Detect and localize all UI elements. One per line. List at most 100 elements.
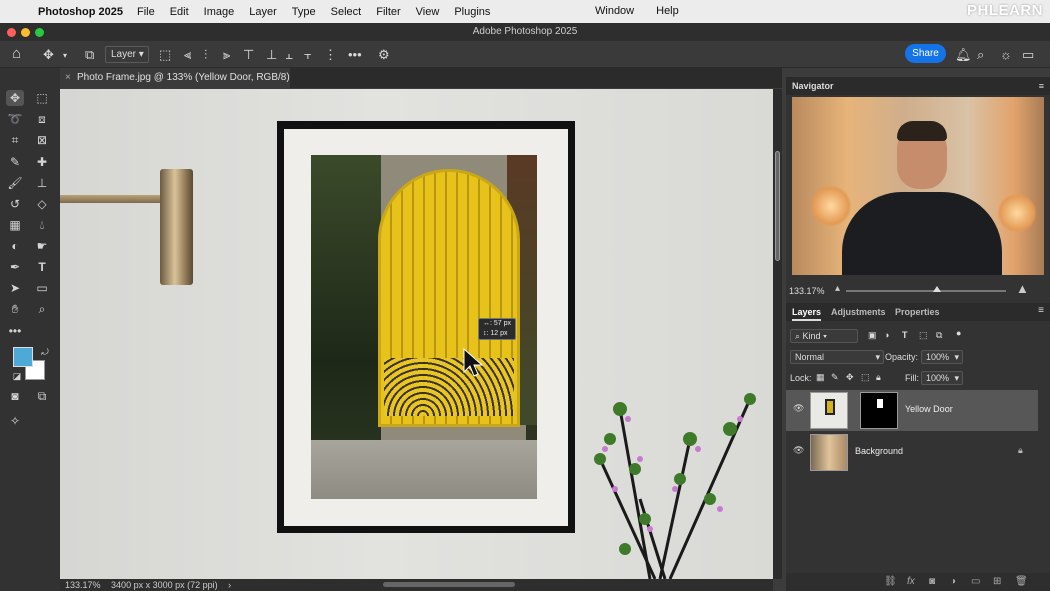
align-right-icon[interactable]: ⫸ <box>223 47 230 63</box>
layer-name[interactable]: Background <box>855 446 903 456</box>
layer-row-yellow-door[interactable]: 👁︎ Yellow Door <box>786 390 1038 431</box>
edit-toolbar-icon[interactable]: ••• <box>6 323 24 339</box>
layer-thumbnail[interactable] <box>810 434 848 471</box>
adjustment-filter-icon[interactable]: ◑ <box>884 330 889 340</box>
navigator-title[interactable]: Navigator <box>792 81 834 91</box>
align-bottom-icon[interactable]: ⫟ <box>304 47 312 63</box>
layer-kind-filter[interactable]: ⌕ Kind ▾ <box>790 329 858 343</box>
filter-toggle-icon[interactable]: ● <box>956 328 961 338</box>
link-layers-icon[interactable]: ⛓ <box>884 576 897 587</box>
panel-menu-icon[interactable]: ≡ <box>1039 77 1044 95</box>
history-brush-tool-icon[interactable]: ↺ <box>6 196 24 212</box>
transform-controls-icon[interactable]: ⬚ <box>159 47 171 63</box>
pixel-filter-icon[interactable]: ▣ <box>868 330 877 341</box>
close-tab-icon[interactable]: × <box>65 68 71 88</box>
healing-brush-tool-icon[interactable]: ✚ <box>33 154 51 170</box>
navigator-zoom-value[interactable]: 133.17% <box>789 286 825 296</box>
home-icon[interactable]: ⌂ <box>12 45 21 62</box>
layer-thumbnail[interactable] <box>810 392 848 429</box>
rectangle-tool-icon[interactable]: ▭ <box>33 280 51 296</box>
menu-layer[interactable]: Layer <box>249 6 277 18</box>
horizontal-scroll-thumb[interactable] <box>383 582 515 587</box>
move-tool-icon[interactable]: ✥ <box>6 90 24 106</box>
bell-icon[interactable]: 🔔︎ <box>955 47 972 63</box>
zoom-window-button[interactable] <box>35 28 44 37</box>
align-center-icon[interactable]: ⫶ <box>204 47 207 63</box>
distribute-icon[interactable]: ⋮ <box>324 47 337 63</box>
menu-select[interactable]: Select <box>331 6 362 18</box>
visibility-eye-icon[interactable]: 👁︎ <box>793 445 804 456</box>
share-button[interactable]: Share <box>905 44 946 63</box>
canvas-vertical-scrollbar[interactable] <box>773 89 782 579</box>
pen-tool-icon[interactable]: ✒ <box>6 259 24 275</box>
navigator-zoom-slider[interactable] <box>846 286 1006 292</box>
layer-name[interactable]: Yellow Door <box>905 404 953 414</box>
menu-file[interactable]: File <box>137 6 155 18</box>
vertical-scroll-thumb[interactable] <box>775 151 780 261</box>
tab-layers[interactable]: Layers <box>792 303 822 321</box>
zoom-out-icon[interactable]: ▴ <box>835 283 840 294</box>
status-zoom[interactable]: 133.17% <box>65 580 101 590</box>
lock-artboard-icon[interactable]: ⬚ <box>861 372 870 383</box>
default-colors-icon[interactable]: ◪ <box>8 368 26 384</box>
new-group-icon[interactable]: ▭ <box>971 576 980 587</box>
marquee-tool-icon[interactable]: ⬚ <box>33 90 51 106</box>
navigator-preview[interactable] <box>792 97 1044 275</box>
adjustment-layer-icon[interactable]: ◑ <box>950 576 956 587</box>
layers-panel-menu-icon[interactable]: ≡ <box>1038 305 1044 316</box>
lock-position-icon[interactable]: ✥ <box>846 372 854 383</box>
eyedropper-tool-icon[interactable]: ✎ <box>6 154 24 170</box>
lock-transparent-icon[interactable]: ▦ <box>816 372 825 383</box>
zoom-in-icon[interactable]: ▲ <box>1016 281 1029 296</box>
layer-mask-thumbnail[interactable] <box>860 392 898 429</box>
frame-tool-icon[interactable]: ⊠ <box>33 132 51 148</box>
tab-adjustments[interactable]: Adjustments <box>831 303 886 321</box>
menu-filter[interactable]: Filter <box>376 6 400 18</box>
chevron-down-icon[interactable]: ▾ <box>63 51 67 60</box>
new-layer-icon[interactable]: ⊞ <box>993 576 1001 587</box>
generative-fill-icon[interactable]: ✧ <box>6 413 24 429</box>
layer-row-background[interactable]: 👁︎ Background 🔒︎ <box>786 432 1038 473</box>
quick-mask-icon[interactable]: ◙ <box>6 388 24 404</box>
crop-tool-icon[interactable]: ⌗ <box>6 132 24 148</box>
menu-image[interactable]: Image <box>204 6 235 18</box>
smudge-tool-icon[interactable]: ☛ <box>33 238 51 254</box>
brush-tool-icon[interactable]: 🖌︎ <box>6 175 24 191</box>
close-window-button[interactable] <box>7 28 16 37</box>
shape-filter-icon[interactable]: ⬚ <box>919 330 928 341</box>
more-options-icon[interactable]: ••• <box>348 47 362 62</box>
smart-object-filter-icon[interactable]: ⧉ <box>936 330 942 341</box>
hand-tool-icon[interactable]: ✋︎ <box>6 301 24 317</box>
align-vcenter-icon[interactable]: ⊥ <box>266 47 277 63</box>
type-filter-icon[interactable]: T <box>902 330 908 340</box>
minimize-window-button[interactable] <box>21 28 30 37</box>
layer-styles-icon[interactable]: fx <box>907 576 915 587</box>
move-tool-icon[interactable]: ✥ <box>43 47 54 63</box>
swap-colors-icon[interactable]: ⤾ <box>36 344 54 360</box>
visibility-eye-icon[interactable]: 👁︎ <box>793 403 804 414</box>
align-top-icon[interactable]: ⊤ <box>243 47 254 63</box>
lasso-tool-icon[interactable]: ➰ <box>6 111 24 127</box>
document-canvas[interactable]: ↔: 57 px ↕: 12 px <box>60 89 773 579</box>
clone-stamp-tool-icon[interactable]: ⊥ <box>33 175 51 191</box>
delete-layer-icon[interactable]: 🗑︎ <box>1015 576 1028 587</box>
app-name-menu[interactable]: Photoshop 2025 <box>38 6 123 18</box>
zoom-tool-icon[interactable]: ⌕ <box>33 301 51 317</box>
document-tab[interactable]: × Photo Frame.jpg @ 133% (Yellow Door, R… <box>60 68 290 103</box>
menu-plugins[interactable]: Plugins <box>454 6 490 18</box>
type-tool-icon[interactable]: T <box>33 259 51 275</box>
workspace-icon[interactable]: ▭ <box>1022 47 1034 63</box>
eraser-tool-icon[interactable]: ◇ <box>33 196 51 212</box>
object-selection-tool-icon[interactable]: ⧈ <box>33 111 51 127</box>
menu-type[interactable]: Type <box>292 6 316 18</box>
dodge-tool-icon[interactable]: ◐ <box>6 238 24 254</box>
menu-edit[interactable]: Edit <box>170 6 189 18</box>
foreground-color-swatch[interactable] <box>13 347 33 367</box>
status-chevron-icon[interactable]: › <box>228 580 231 590</box>
screen-mode-icon[interactable]: ⧉ <box>33 388 51 404</box>
menu-window[interactable]: Window <box>595 5 634 17</box>
menu-help[interactable]: Help <box>656 5 679 17</box>
tab-properties[interactable]: Properties <box>895 303 940 321</box>
gear-icon[interactable]: ⚙ <box>378 47 390 63</box>
gradient-tool-icon[interactable]: ▦ <box>6 217 24 233</box>
